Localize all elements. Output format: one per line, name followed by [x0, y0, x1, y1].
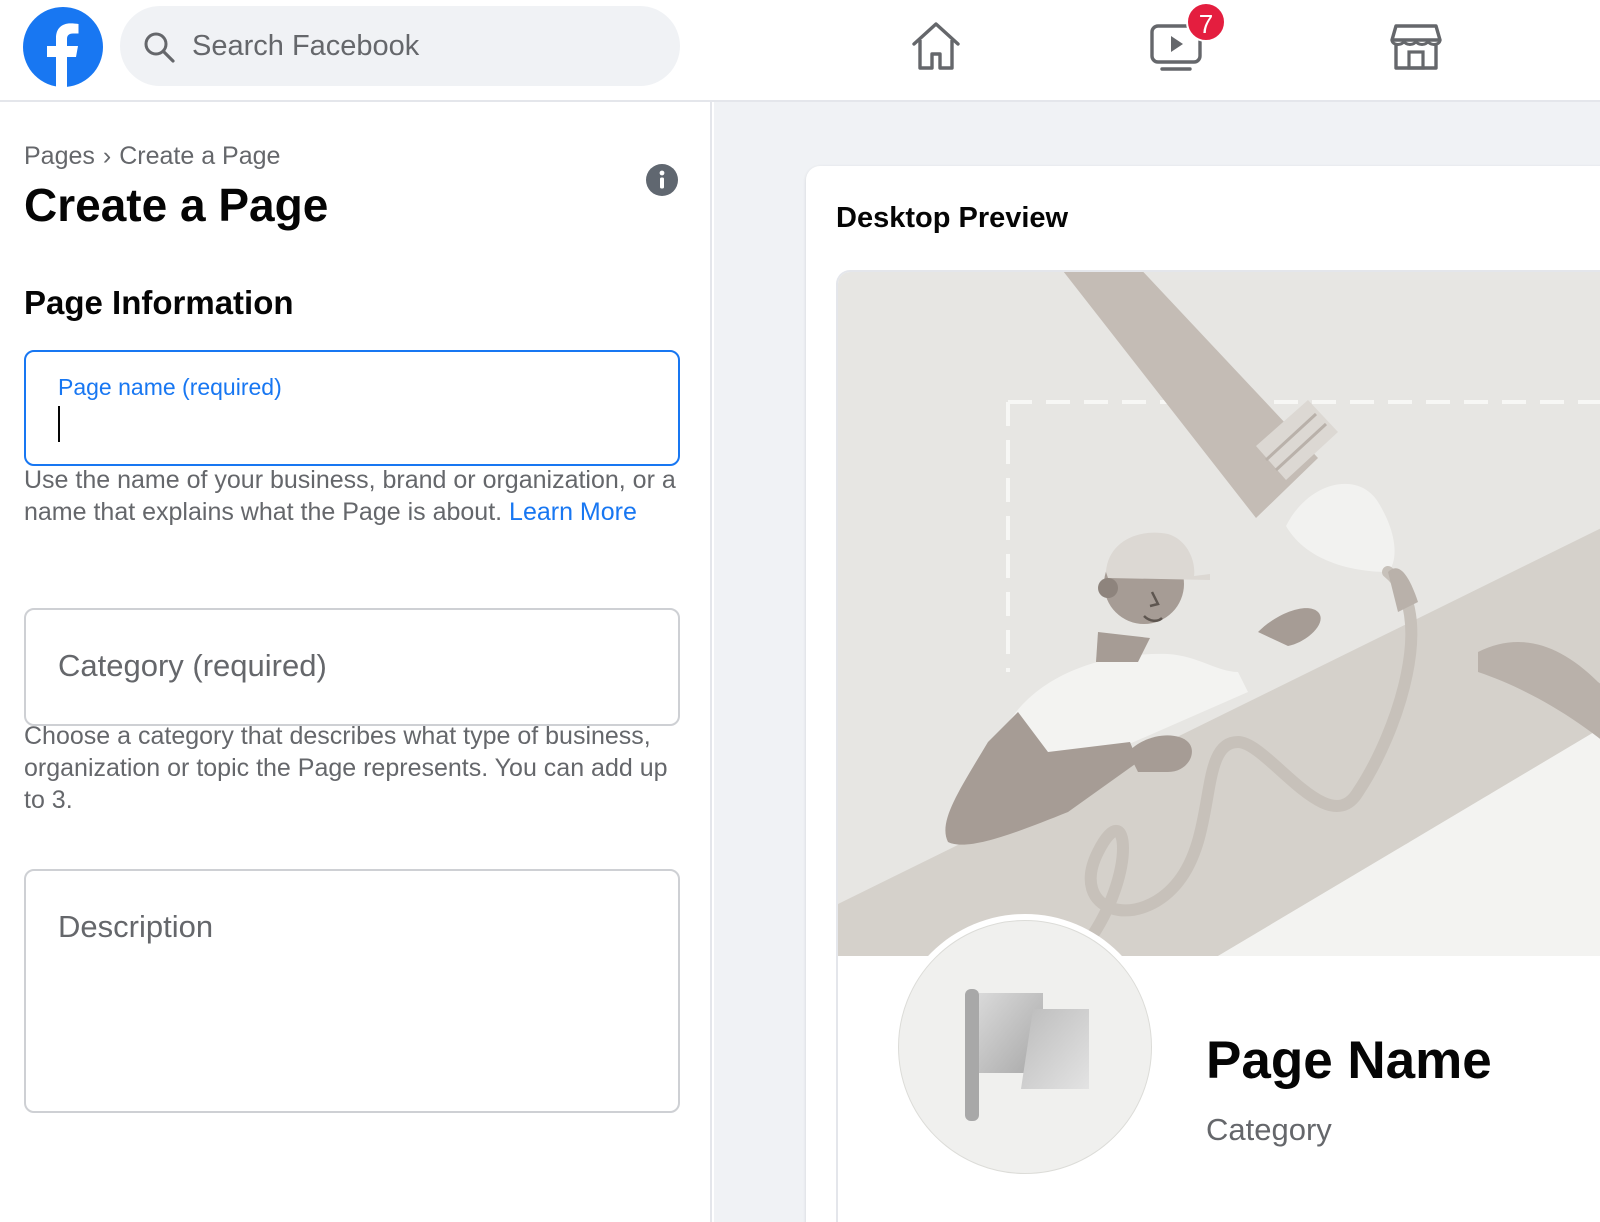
page-title: Create a Page	[24, 179, 329, 231]
profile-picture-placeholder	[892, 914, 1158, 1180]
home-icon[interactable]	[908, 18, 964, 74]
flag-icon	[965, 989, 1089, 1121]
breadcrumb-pages-link[interactable]: Pages	[24, 142, 95, 170]
facebook-logo[interactable]	[23, 7, 103, 87]
profile-picture-circle	[898, 920, 1152, 1174]
marketplace-icon[interactable]	[1388, 18, 1444, 74]
description-placeholder: Description	[58, 909, 214, 944]
breadcrumb-current: Create a Page	[119, 142, 281, 170]
preview-category: Category	[1206, 1112, 1332, 1147]
category-field[interactable]: Category (required)	[24, 608, 680, 726]
preview-title: Desktop Preview	[836, 202, 1069, 234]
page-name-field[interactable]: Page name (required)	[24, 350, 680, 466]
desktop-preview-card: Desktop Preview Page Name Category	[806, 166, 1600, 1222]
preview-page-name: Page Name	[1206, 1031, 1492, 1090]
description-field[interactable]: Description	[24, 869, 680, 1113]
create-page-form-panel: Pages › Create a Page Create a Page Page I…	[0, 102, 712, 1222]
page-name-help-text: Use the name of your business, brand or …	[24, 464, 694, 528]
search-icon	[144, 32, 175, 63]
cover-photo-illustration	[838, 272, 1600, 956]
page-name-input[interactable]	[56, 404, 646, 444]
info-icon[interactable]	[646, 164, 678, 196]
learn-more-link[interactable]: Learn More	[509, 498, 637, 526]
search-input[interactable]	[192, 6, 662, 86]
page-preview-frame: Page Name Category	[836, 270, 1600, 1222]
section-title-page-information: Page Information	[24, 284, 294, 321]
category-help-text: Choose a category that describes what ty…	[24, 722, 668, 814]
page-name-label: Page name (required)	[58, 374, 282, 400]
breadcrumb: Pages › Create a Page	[24, 142, 280, 171]
top-navigation-bar: 7	[0, 0, 1600, 102]
category-placeholder: Category (required)	[58, 648, 327, 683]
breadcrumb-separator: ›	[102, 142, 112, 170]
preview-panel: Desktop Preview Page Name Category	[714, 102, 1600, 1222]
watch-notification-badge: 7	[1186, 2, 1226, 42]
search-bar[interactable]	[120, 6, 680, 86]
